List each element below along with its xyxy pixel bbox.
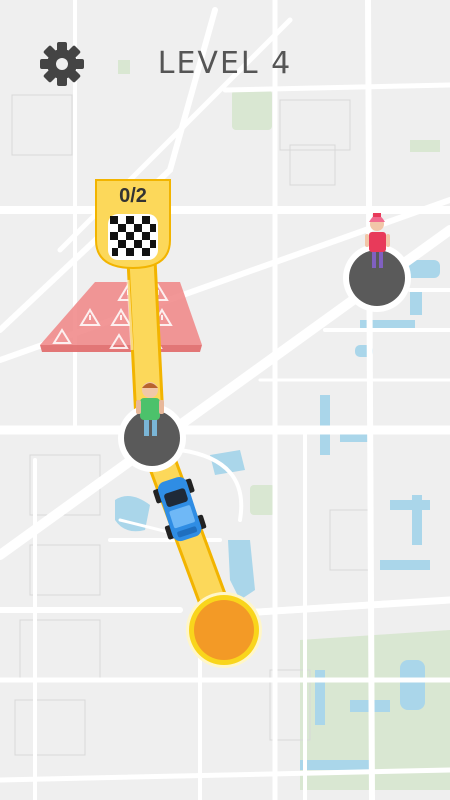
checkered-flag-icon bbox=[108, 214, 158, 260]
city-map: 0/2 bbox=[0, 0, 450, 800]
start-marker[interactable] bbox=[186, 592, 262, 668]
pickup-platform-2 bbox=[343, 244, 411, 312]
game-screen: 0/2 LEVEL 4 bbox=[0, 0, 450, 800]
finish-flag: 0/2 bbox=[95, 179, 171, 270]
finish-progress-label: 0/2 bbox=[119, 185, 147, 207]
level-title: LEVEL 4 bbox=[157, 46, 293, 81]
top-hud: LEVEL 4 bbox=[0, 38, 450, 90]
